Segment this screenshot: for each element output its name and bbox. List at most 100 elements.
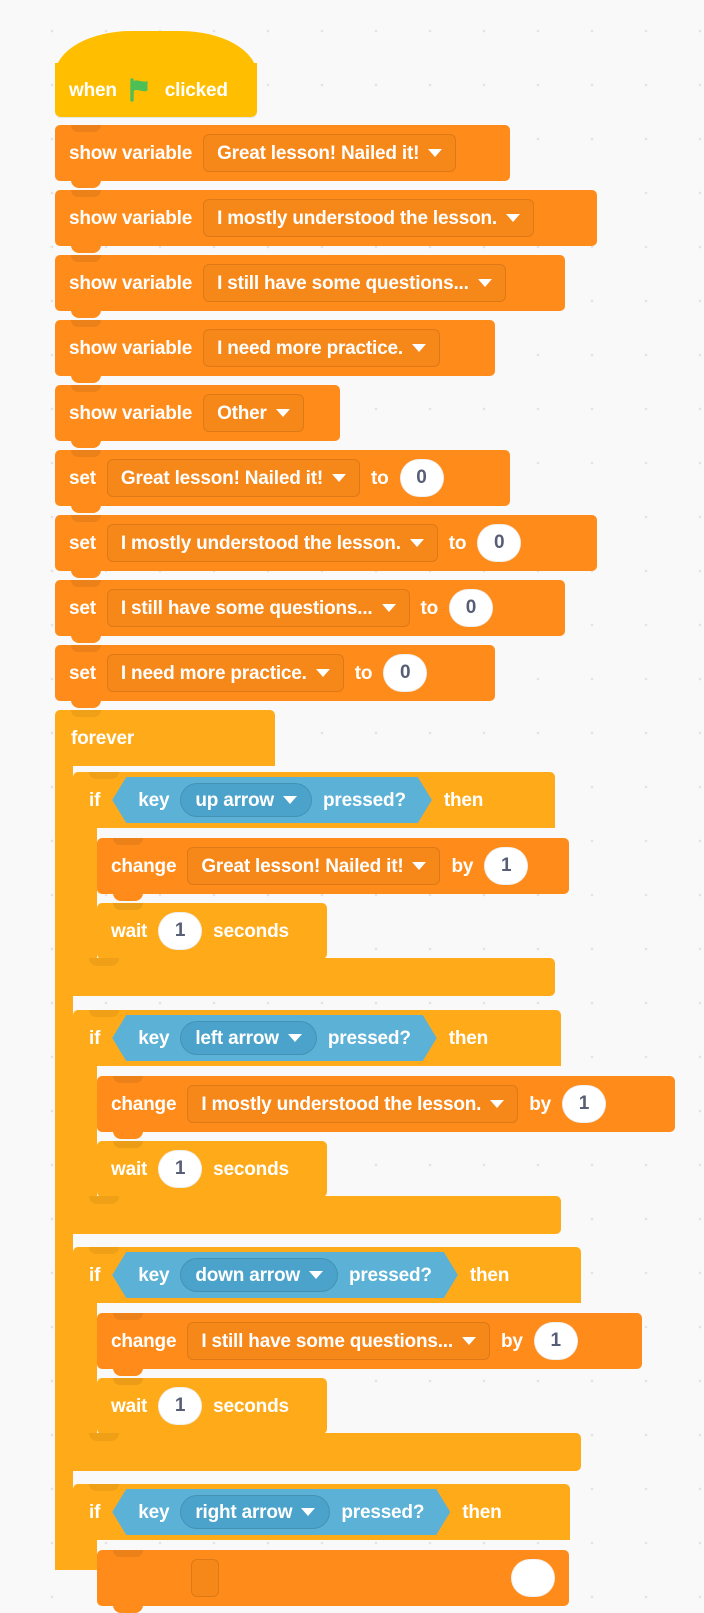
scratch-workspace[interactable]: when clicked show variable Great lesson!… (0, 0, 704, 1613)
value-input[interactable]: 0 (383, 654, 428, 692)
key-pressed-block[interactable]: key left arrow pressed? (112, 1015, 437, 1061)
forever-header[interactable]: forever (55, 710, 275, 766)
pressed-label: pressed? (327, 1027, 411, 1049)
if-block[interactable]: if key left arrow pressed? then (73, 1010, 561, 1066)
variable-name: I mostly understood the lesson. (201, 1093, 482, 1115)
change-amount-input[interactable] (511, 1559, 555, 1597)
show-variable-block[interactable]: show variable Other (55, 385, 340, 448)
show-variable-block[interactable]: show variable I still have some question… (55, 255, 565, 318)
by-label: by (451, 855, 474, 877)
show-variable-label: show variable (69, 142, 193, 164)
variable-dropdown[interactable]: I need more practice. (203, 329, 440, 367)
key-dropdown[interactable]: right arrow (180, 1495, 330, 1529)
when-flag-clicked-block[interactable]: when clicked (55, 31, 257, 117)
chevron-down-icon (275, 409, 290, 417)
value-input[interactable]: 0 (449, 589, 494, 627)
seconds-label: seconds (213, 920, 289, 942)
show-variable-label: show variable (69, 337, 193, 359)
if-footer (73, 1433, 581, 1471)
if-header[interactable]: if key up arrow pressed? then (73, 772, 555, 828)
chevron-down-icon (309, 1271, 323, 1279)
chevron-down-icon (412, 862, 427, 870)
variable-dropdown[interactable]: I still have some questions... (203, 264, 506, 302)
green-flag-icon (128, 78, 154, 102)
key-pressed-block[interactable]: key right arrow pressed? (112, 1489, 450, 1535)
if-header[interactable]: if key right arrow pressed? then (73, 1484, 570, 1540)
chevron-down-icon (288, 1034, 302, 1042)
then-label: then (448, 1027, 489, 1049)
variable-name: I still have some questions... (201, 1330, 453, 1352)
if-block[interactable]: if key down arrow pressed? then (73, 1247, 581, 1303)
variable-dropdown[interactable]: Great lesson! Nailed it! (106, 459, 361, 497)
variable-name: Great lesson! Nailed it! (120, 467, 324, 489)
if-left-arm (73, 828, 97, 958)
change-variable-block[interactable]: change Great lesson! Nailed it! by 1 (97, 838, 569, 901)
wait-block[interactable]: wait 1 seconds (97, 1378, 327, 1441)
variable-name: I need more practice. (120, 662, 307, 684)
wait-block[interactable]: wait 1 seconds (97, 1141, 327, 1204)
if-left-arm (73, 1303, 97, 1433)
if-label: if (89, 1501, 101, 1523)
variable-dropdown[interactable]: Other (203, 394, 304, 432)
chevron-down-icon (505, 214, 520, 222)
change-amount-input[interactable]: 1 (562, 1085, 607, 1123)
variable-dropdown[interactable]: I mostly understood the lesson. (106, 524, 438, 562)
set-variable-block[interactable]: set I still have some questions... to 0 (55, 580, 565, 643)
key-pressed-block[interactable]: key up arrow pressed? (112, 777, 432, 823)
key-dropdown[interactable]: up arrow (180, 783, 312, 817)
change-label: change (111, 1093, 177, 1115)
set-variable-block[interactable]: set Great lesson! Nailed it! to 0 (55, 450, 510, 513)
if-label: if (89, 789, 101, 811)
change-variable-block[interactable]: change I mostly understood the lesson. b… (97, 1076, 675, 1139)
key-label: key (138, 789, 170, 811)
chevron-down-icon (315, 669, 330, 677)
value-input[interactable]: 0 (477, 524, 522, 562)
variable-dropdown[interactable] (191, 1559, 219, 1597)
key-pressed-block[interactable]: key down arrow pressed? (112, 1252, 458, 1298)
variable-dropdown[interactable]: I need more practice. (106, 654, 344, 692)
variable-name: I still have some questions... (120, 597, 373, 619)
variable-name: I need more practice. (217, 337, 403, 359)
key-label: key (138, 1501, 170, 1523)
chevron-down-icon (411, 344, 426, 352)
set-label: set (69, 532, 96, 554)
variable-name: Great lesson! Nailed it! (201, 855, 404, 877)
change-amount-input[interactable]: 1 (533, 1322, 578, 1360)
show-variable-block[interactable]: show variable I need more practice. (55, 320, 495, 383)
variable-dropdown[interactable]: Great lesson! Nailed it! (187, 847, 441, 885)
if-block[interactable]: if key up arrow pressed? then (73, 772, 555, 828)
if-header[interactable]: if key left arrow pressed? then (73, 1010, 561, 1066)
variable-dropdown[interactable]: I mostly understood the lesson. (203, 199, 534, 237)
if-label: if (89, 1027, 101, 1049)
key-dropdown[interactable]: down arrow (180, 1258, 338, 1292)
chevron-down-icon (461, 1337, 476, 1345)
variable-name: Other (217, 402, 267, 424)
show-variable-block[interactable]: show variable I mostly understood the le… (55, 190, 597, 253)
chevron-down-icon (490, 1100, 505, 1108)
if-header[interactable]: if key down arrow pressed? then (73, 1247, 581, 1303)
variable-dropdown[interactable]: I still have some questions... (106, 589, 410, 627)
when-label: when (69, 79, 117, 101)
show-variable-block[interactable]: show variable Great lesson! Nailed it! (55, 125, 510, 188)
variable-dropdown[interactable]: I still have some questions... (187, 1322, 490, 1360)
wait-seconds-input[interactable]: 1 (158, 1387, 203, 1425)
then-label: then (462, 1501, 502, 1523)
change-variable-block[interactable]: change I still have some questions... by… (97, 1313, 642, 1376)
wait-seconds-input[interactable]: 1 (158, 1150, 203, 1188)
if-footer (73, 958, 555, 996)
wait-seconds-input[interactable]: 1 (158, 912, 203, 950)
change-variable-block[interactable] (97, 1550, 569, 1613)
variable-dropdown[interactable]: Great lesson! Nailed it! (203, 134, 457, 172)
value-input[interactable]: 0 (399, 459, 444, 497)
wait-block[interactable]: wait 1 seconds (97, 903, 327, 966)
if-block[interactable]: if key right arrow pressed? then (73, 1484, 570, 1540)
set-variable-block[interactable]: set I mostly understood the lesson. to 0 (55, 515, 597, 578)
variable-dropdown[interactable]: I mostly understood the lesson. (187, 1085, 519, 1123)
chevron-down-icon (332, 474, 347, 482)
set-variable-block[interactable]: set I need more practice. to 0 (55, 645, 495, 708)
change-amount-input[interactable]: 1 (484, 847, 529, 885)
forever-block[interactable]: forever (55, 710, 275, 766)
if-footer-notch (89, 1196, 119, 1204)
key-dropdown[interactable]: left arrow (180, 1021, 317, 1055)
to-label: to (371, 467, 389, 489)
